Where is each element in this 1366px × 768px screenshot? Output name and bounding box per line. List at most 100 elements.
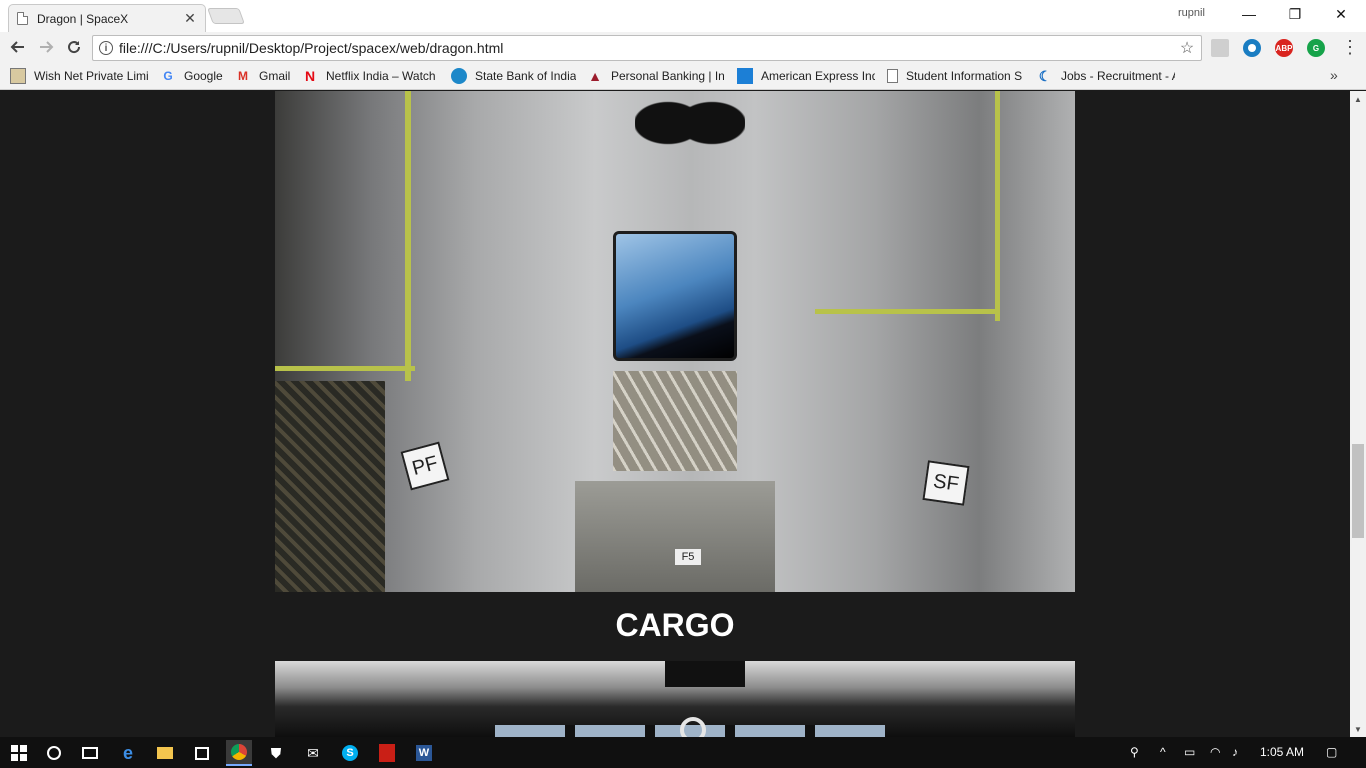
bookmark-label: Google	[184, 69, 223, 83]
url-text[interactable]: file:///C:/Users/rupnil/Desktop/Project/…	[119, 40, 1177, 56]
start-button[interactable]	[6, 740, 32, 766]
edge-icon[interactable]: e	[115, 740, 141, 766]
eye-pupil	[1248, 44, 1256, 52]
bookmark-star-icon[interactable]: ☆	[1177, 38, 1197, 58]
bookmark-label: Jobs - Recruitment - A	[1061, 69, 1175, 83]
clock-time[interactable]: 1:05 AM	[1260, 745, 1304, 759]
action-center-icon[interactable]: ▢	[1326, 745, 1337, 759]
address-bar[interactable]: i file:///C:/Users/rupnil/Desktop/Projec…	[92, 35, 1202, 61]
profile-name[interactable]: rupnil	[1178, 7, 1205, 19]
tab-title: Dragon | SpaceX	[37, 11, 129, 26]
chrome-logo-icon	[231, 744, 247, 760]
file-explorer-icon[interactable]	[152, 740, 178, 766]
bookmark-label: Student Information S	[906, 69, 1023, 83]
tab-strip: Dragon | SpaceX ✕ rupnil — ❐ ✕	[0, 0, 1366, 32]
bookmark-personal-banking[interactable]: ▲ Personal Banking | Int	[587, 67, 724, 85]
minimize-button[interactable]: —	[1226, 0, 1272, 28]
bookmark-sbi[interactable]: State Bank of India	[451, 67, 579, 85]
cargo-floor	[575, 481, 775, 592]
new-tab-button[interactable]	[207, 8, 245, 24]
bookmark-label: Wish Net Private Limi	[34, 69, 148, 83]
document-icon	[17, 12, 28, 25]
battery-icon[interactable]: ▭	[1184, 745, 1195, 759]
scrollbar-thumb[interactable]	[1352, 444, 1364, 538]
task-view-button[interactable]	[77, 740, 103, 766]
trim-strip	[405, 91, 411, 381]
forward-button[interactable]	[34, 35, 58, 59]
skype-icon[interactable]: S	[337, 740, 363, 766]
google-icon: G	[163, 69, 173, 83]
close-window-button[interactable]: ✕	[1318, 0, 1364, 28]
netflix-icon: N	[304, 68, 316, 84]
people-icon[interactable]: ⚲	[1130, 745, 1139, 759]
bookmark-label: Gmail	[259, 69, 291, 83]
word-icon[interactable]: W	[411, 740, 437, 766]
scroll-up-arrow-icon[interactable]: ▲	[1350, 91, 1366, 107]
word-badge: W	[416, 745, 432, 761]
trim-strip	[995, 91, 1000, 321]
jobs-icon: ☾	[1038, 67, 1052, 84]
page-scrollbar[interactable]: ▲ ▼	[1350, 91, 1366, 737]
grammarly-icon[interactable]: G	[1307, 39, 1325, 57]
amex-icon	[737, 68, 753, 84]
volume-icon[interactable]: ♪	[1232, 745, 1238, 759]
task-view-icon	[82, 747, 98, 759]
bookmark-jobs[interactable]: ☾ Jobs - Recruitment - A	[1037, 67, 1175, 85]
windows-logo-icon	[11, 745, 27, 761]
gmail-icon: M	[238, 69, 248, 83]
store-icon[interactable]	[189, 740, 215, 766]
bookmark-student-info[interactable]: Student Information S	[887, 67, 1025, 85]
chrome-menu-icon[interactable]: ⋮	[1338, 35, 1362, 59]
shield-icon[interactable]: ⛊	[263, 740, 289, 766]
sbi-icon	[451, 68, 467, 84]
bookmark-netflix[interactable]: N Netflix India – Watch	[302, 67, 438, 85]
info-icon[interactable]: i	[99, 41, 113, 55]
reload-button[interactable]	[62, 35, 86, 59]
mail-icon[interactable]: ✉	[300, 740, 326, 766]
bookmark-label: Personal Banking | Int	[611, 69, 724, 83]
bookmark-label: State Bank of India	[475, 69, 577, 83]
pf-label: PF	[400, 441, 450, 491]
cortana-button[interactable]	[41, 740, 67, 766]
eye-extension-icon[interactable]	[1243, 39, 1261, 57]
show-hidden-icons-chevron-up-icon[interactable]: ^	[1160, 745, 1166, 759]
adblock-plus-icon[interactable]: ABP	[1275, 39, 1293, 57]
back-arrow-icon	[10, 41, 24, 53]
lattice-rack	[275, 381, 385, 592]
close-tab-icon[interactable]: ✕	[183, 10, 197, 27]
cables	[635, 91, 745, 171]
section-title: CARGO	[615, 607, 735, 643]
tab-dragon[interactable]: Dragon | SpaceX ✕	[8, 4, 206, 32]
chrome-taskbar-icon[interactable]	[226, 740, 252, 766]
browser-toolbar: i file:///C:/Users/rupnil/Desktop/Projec…	[0, 32, 1366, 62]
extension-icon[interactable]	[1211, 39, 1229, 57]
bookmark-gmail[interactable]: M Gmail	[235, 67, 293, 85]
document-icon	[887, 69, 898, 83]
bookmark-amex[interactable]: American Express Ind	[737, 67, 875, 85]
wifi-icon[interactable]: ◠	[1210, 745, 1220, 759]
cargo-interior-image: PF SF F5	[275, 91, 1075, 592]
restore-button[interactable]: ❐	[1272, 0, 1318, 28]
windows-taskbar: e ⛊ ✉ S W ⚲ ^ ▭ ◠ ♪ 1:05 AM ▢	[0, 737, 1366, 768]
wishnet-icon	[10, 68, 26, 84]
bookmarks-bar: Wish Net Private Limi G Google M Gmail N…	[0, 62, 1366, 90]
f5-label: F5	[675, 549, 701, 565]
reload-icon	[68, 41, 81, 54]
bookmark-google[interactable]: G Google	[160, 67, 226, 85]
cockpit-image	[275, 661, 1075, 737]
page-content: PF SF F5 CARGO	[0, 91, 1350, 737]
bookmark-wishnet[interactable]: Wish Net Private Limi	[10, 67, 148, 85]
bookmarks-overflow-button[interactable]: »	[1330, 67, 1338, 83]
personal-banking-icon: ▲	[588, 68, 602, 84]
bookmark-label: Netflix India – Watch	[326, 69, 436, 83]
trim-strip	[815, 309, 995, 314]
porthole-window	[613, 231, 737, 361]
folder-shape	[157, 747, 173, 759]
back-button[interactable]	[6, 35, 30, 59]
bookmark-label: American Express Ind	[761, 69, 875, 83]
scroll-down-arrow-icon[interactable]: ▼	[1350, 721, 1366, 737]
sf-label: SF	[922, 460, 970, 506]
skype-badge: S	[342, 745, 358, 761]
acrobat-icon[interactable]	[374, 740, 400, 766]
forward-arrow-icon	[40, 41, 54, 53]
